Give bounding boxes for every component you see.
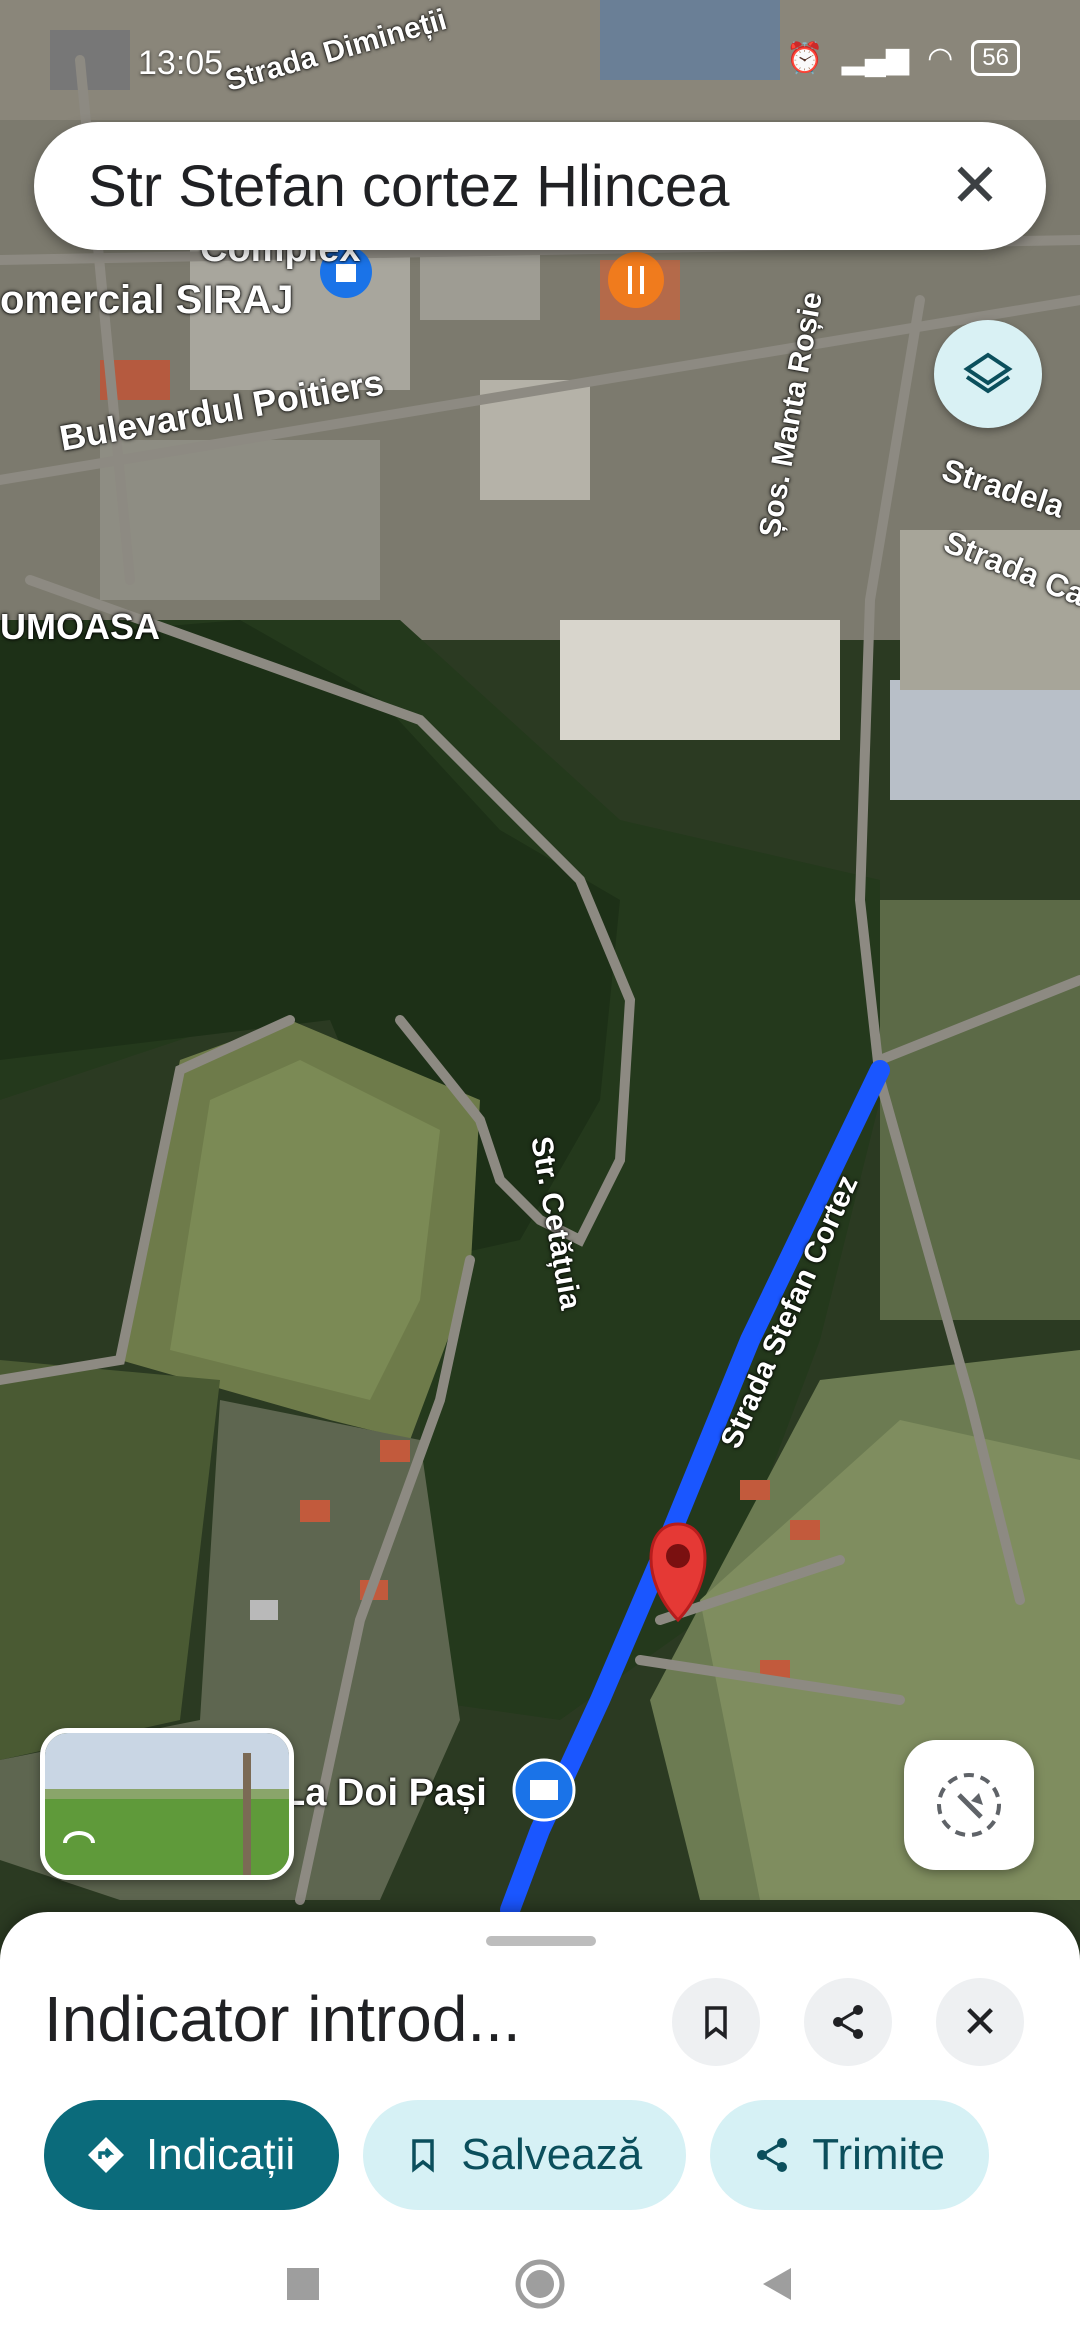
share-icon bbox=[757, 2138, 788, 2172]
bookmark-icon bbox=[412, 2139, 434, 2173]
place-title: Indicator introd... bbox=[44, 1983, 521, 2055]
battery-indicator: 56 bbox=[971, 40, 1020, 76]
status-time: 13:05 bbox=[138, 44, 224, 82]
compass-button[interactable] bbox=[904, 1740, 1034, 1870]
map-label-siraj: omercial SIRAJ bbox=[0, 278, 294, 322]
map-label-area: UMOASA bbox=[0, 606, 160, 647]
system-navigation-bar bbox=[0, 2228, 1080, 2340]
wifi-icon: ◠ bbox=[927, 41, 954, 75]
recents-button[interactable] bbox=[283, 2264, 323, 2304]
drag-handle[interactable] bbox=[486, 1936, 596, 1946]
store-pin-icon[interactable] bbox=[512, 1758, 576, 1822]
save-button[interactable]: Salvează bbox=[363, 2100, 687, 2210]
action-chips: Indicații Salvează Trimite bbox=[44, 2100, 989, 2210]
alarm-icon: ⏰ bbox=[786, 41, 824, 75]
directions-label: Indicații bbox=[146, 2130, 296, 2179]
street-view-image bbox=[45, 1733, 289, 1875]
share-chip-button[interactable]: Trimite bbox=[710, 2100, 989, 2210]
status-icons: ⏰ ▂▄▆ ◠ 56 bbox=[786, 40, 1020, 76]
save-label: Salvează bbox=[461, 2130, 643, 2179]
signal-icon: ▂▄▆ bbox=[841, 41, 910, 75]
restaurant-pin-icon[interactable] bbox=[608, 252, 664, 308]
search-bar[interactable]: Str Stefan cortez Hlincea ✕ bbox=[34, 122, 1046, 250]
bookmark-icon bbox=[705, 2006, 727, 2040]
home-button[interactable] bbox=[513, 2257, 567, 2311]
search-input[interactable]: Str Stefan cortez Hlincea bbox=[88, 153, 930, 220]
compass-icon bbox=[937, 1773, 1001, 1837]
clear-search-button[interactable]: ✕ bbox=[930, 141, 1020, 231]
map-label-la-doi-pasi: La Doi Pași bbox=[282, 1772, 487, 1814]
back-button[interactable] bbox=[757, 2264, 797, 2304]
street-view-thumbnail[interactable] bbox=[40, 1728, 294, 1880]
share-button[interactable] bbox=[804, 1978, 892, 2066]
close-icon: ✕ bbox=[961, 1997, 999, 2047]
close-sheet-button[interactable]: ✕ bbox=[936, 1978, 1024, 2066]
layers-button[interactable] bbox=[934, 320, 1042, 428]
layers-icon bbox=[963, 352, 1013, 394]
share-icon bbox=[833, 2005, 863, 2039]
status-bar: 13:05 ⏰ ▂▄▆ ◠ 56 bbox=[0, 0, 1080, 120]
bookmark-button[interactable] bbox=[672, 1978, 760, 2066]
close-icon: ✕ bbox=[949, 152, 1001, 219]
share-label: Trimite bbox=[812, 2130, 945, 2179]
directions-icon bbox=[88, 2137, 124, 2173]
directions-button[interactable]: Indicații bbox=[44, 2100, 340, 2210]
